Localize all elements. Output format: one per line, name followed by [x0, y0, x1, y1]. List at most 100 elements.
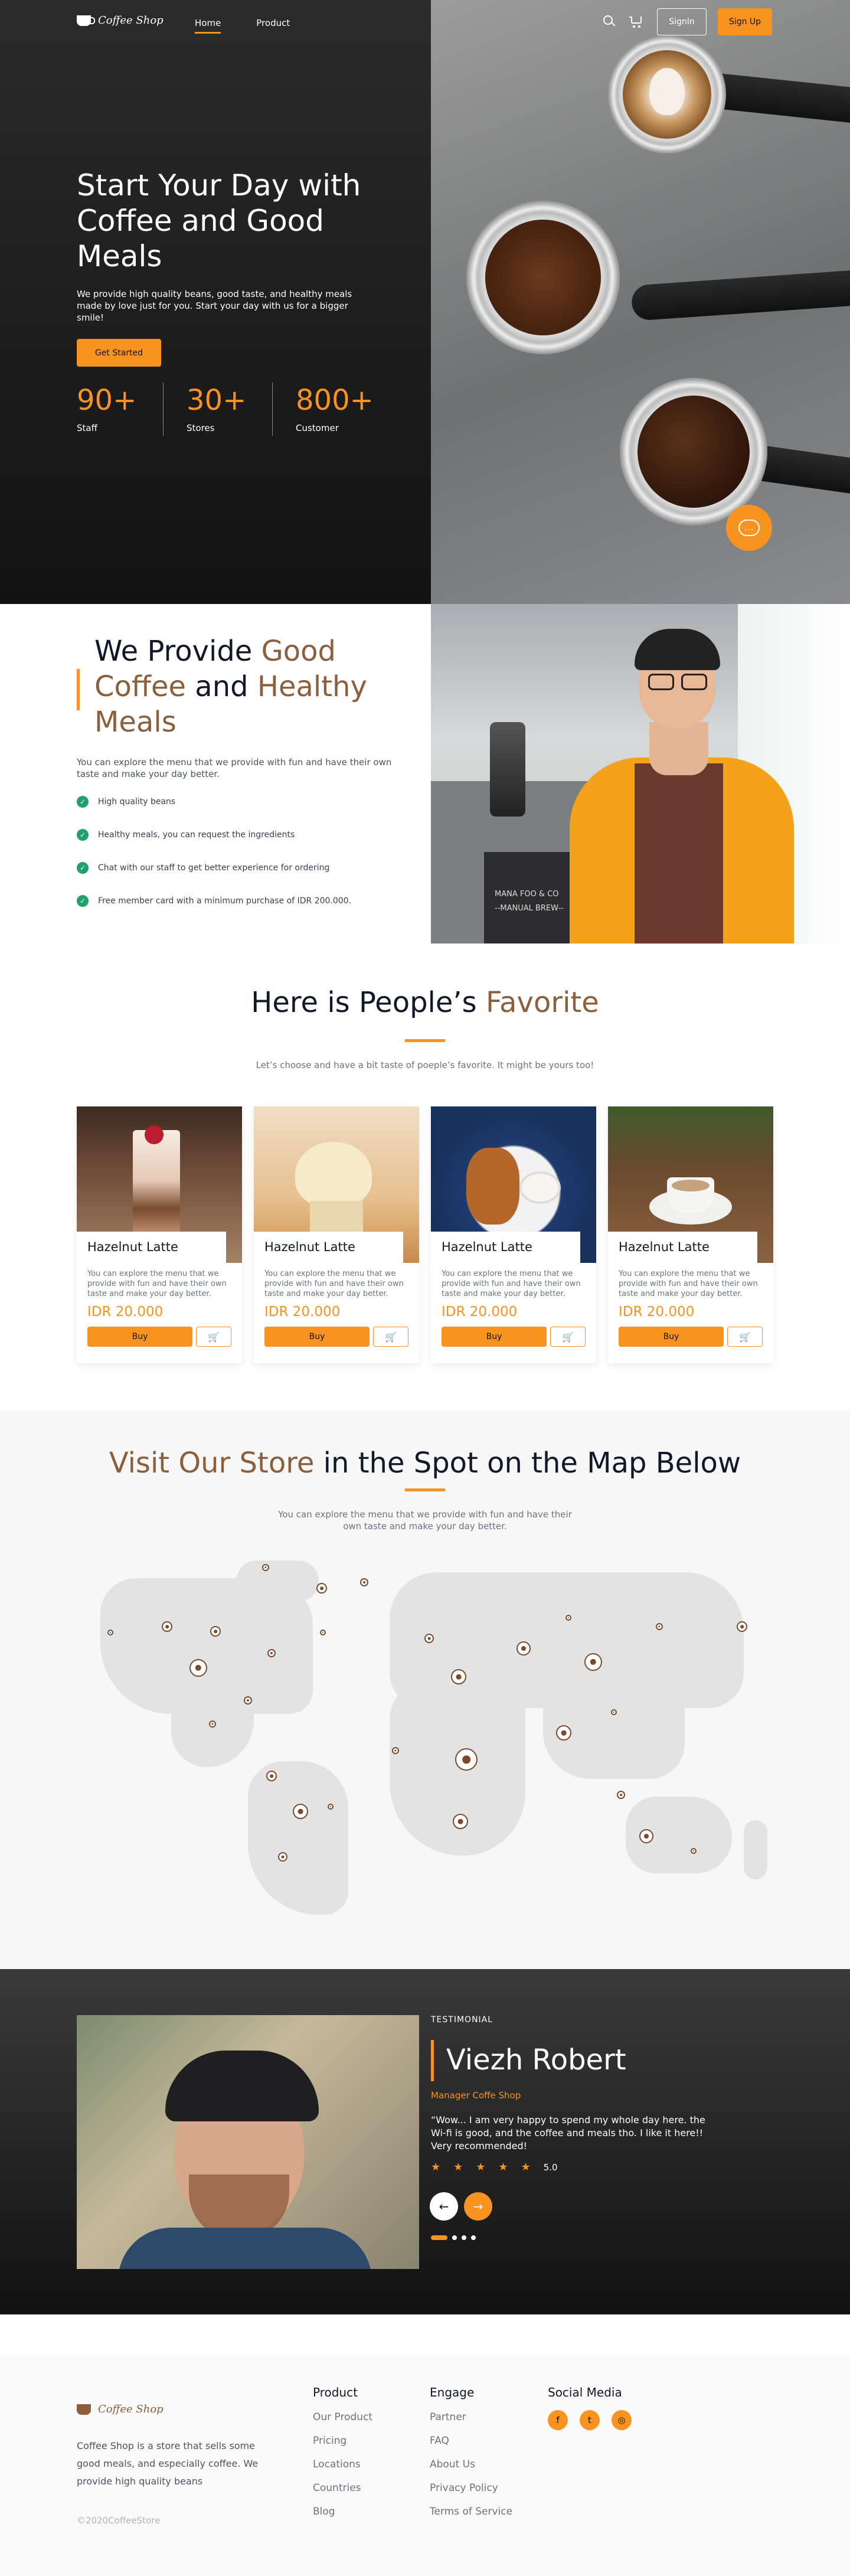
store-location-pin[interactable]: [556, 1725, 571, 1741]
reviewer-photo: [77, 2015, 419, 2269]
feature-item: ✓ Free member card with a minimum purchas…: [77, 895, 351, 907]
feature-text: Healthy meals, you can request the ingre…: [98, 830, 295, 840]
feature-text: High quality beans: [98, 797, 176, 807]
feature-text: Chat with our staff to get better experi…: [98, 863, 330, 873]
buy-button[interactable]: Buy: [442, 1327, 547, 1347]
instagram-icon[interactable]: ◎: [612, 2410, 632, 2430]
store-location-pin[interactable]: [328, 1804, 334, 1810]
nav-product[interactable]: Product: [256, 18, 290, 34]
chat-bubble-icon: ...: [738, 520, 760, 536]
facebook-icon[interactable]: f: [548, 2410, 568, 2430]
product-card[interactable]: Hazelnut Latte You can explore the menu …: [77, 1106, 242, 1363]
store-location-pin[interactable]: [293, 1804, 308, 1819]
stat-value: 30+: [187, 384, 247, 417]
store-location-pin[interactable]: [266, 1771, 277, 1781]
stat-staff: 90+ Staff: [77, 384, 136, 433]
store-location-pin[interactable]: [424, 1634, 434, 1643]
footer-link[interactable]: Terms of Service: [430, 2506, 512, 2518]
check-icon: ✓: [77, 895, 89, 907]
product-card[interactable]: Hazelnut Latte You can explore the menu …: [431, 1106, 596, 1363]
footer-link[interactable]: Countries: [313, 2482, 372, 2494]
search-icon[interactable]: [603, 15, 616, 28]
store-location-pin[interactable]: [244, 1696, 252, 1705]
portafilter-handle: [630, 269, 850, 321]
carousel-dot-active[interactable]: [431, 2235, 447, 2240]
twitter-icon[interactable]: t: [580, 2410, 600, 2430]
feature-item: ✓ High quality beans: [77, 796, 351, 808]
signin-button[interactable]: SignIn: [657, 8, 707, 35]
store-location-pin[interactable]: [737, 1621, 747, 1632]
barista-image: MANA FOO & CO --MANUAL BREW--: [431, 604, 850, 943]
footer-link[interactable]: Pricing: [313, 2435, 372, 2447]
cart-icon[interactable]: [629, 15, 643, 28]
store-location-pin[interactable]: [691, 1848, 697, 1854]
footer-link[interactable]: About Us: [430, 2459, 512, 2470]
stat-customer: 800+ Customer: [296, 384, 374, 433]
product-card[interactable]: Hazelnut Latte You can explore the menu …: [608, 1106, 773, 1363]
carousel-dot[interactable]: [471, 2235, 476, 2240]
buy-button[interactable]: Buy: [619, 1327, 724, 1347]
store-location-pin[interactable]: [209, 1720, 216, 1728]
stat-label: Staff: [77, 423, 97, 433]
footer-col-title: Social Media: [548, 2385, 622, 2399]
store-location-pin[interactable]: [455, 1748, 478, 1771]
footer-link[interactable]: Privacy Policy: [430, 2482, 512, 2494]
store-location-pin[interactable]: [656, 1623, 663, 1630]
product-price: IDR 20.000: [264, 1304, 341, 1320]
store-location-pin[interactable]: [611, 1709, 617, 1715]
add-to-cart-icon[interactable]: 🛒: [727, 1327, 763, 1347]
nav-home[interactable]: Home: [195, 18, 221, 34]
store-location-pin[interactable]: [453, 1814, 468, 1829]
stat-value: 90+: [77, 384, 137, 417]
add-to-cart-icon[interactable]: 🛒: [196, 1327, 231, 1347]
buy-button[interactable]: Buy: [264, 1327, 370, 1347]
check-icon: ✓: [77, 862, 89, 874]
carousel-dot[interactable]: [452, 2235, 457, 2240]
store-location-pin[interactable]: [189, 1659, 207, 1677]
product-description: You can explore the menu that we provide…: [264, 1269, 404, 1298]
brand-logo[interactable]: Coffee Shop: [77, 14, 164, 27]
latte-cup: [608, 35, 726, 154]
get-started-button[interactable]: Get Started: [77, 339, 161, 367]
store-location-pin[interactable]: [516, 1641, 531, 1656]
reviewer-name: Viezh Robert: [446, 2043, 626, 2077]
footer-link[interactable]: Partner: [430, 2411, 512, 2423]
title-underline: [405, 1039, 445, 1042]
favorite-title: Here is People’s Favorite: [0, 985, 850, 1020]
footer-logo[interactable]: Coffee Shop: [77, 2403, 164, 2415]
store-location-pin[interactable]: [278, 1852, 287, 1862]
store-location-pin[interactable]: [162, 1621, 172, 1632]
check-icon: ✓: [77, 829, 89, 841]
footer-link[interactable]: Blog: [313, 2506, 372, 2518]
chat-button[interactable]: ...: [726, 505, 772, 551]
store-location-pin[interactable]: [584, 1653, 602, 1671]
product-description: You can explore the menu that we provide…: [442, 1269, 581, 1298]
footer-link[interactable]: Locations: [313, 2459, 372, 2470]
product-card[interactable]: Hazelnut Latte You can explore the menu …: [254, 1106, 419, 1363]
add-to-cart-icon[interactable]: 🛒: [550, 1327, 586, 1347]
prev-arrow-icon[interactable]: ←: [430, 2192, 458, 2221]
store-location-pin[interactable]: [107, 1630, 113, 1635]
footer-col-title: Product: [313, 2385, 358, 2399]
add-to-cart-icon[interactable]: 🛒: [373, 1327, 408, 1347]
main-nav: Home Product: [195, 18, 290, 34]
store-location-pin[interactable]: [320, 1630, 326, 1635]
store-location-pin[interactable]: [617, 1791, 625, 1799]
copyright: ©2020CoffeeStore: [77, 2515, 161, 2526]
buy-button[interactable]: Buy: [87, 1327, 192, 1347]
store-location-pin[interactable]: [639, 1829, 653, 1843]
store-location-pin[interactable]: [451, 1669, 466, 1684]
carousel-dot[interactable]: [462, 2235, 466, 2240]
store-location-pin[interactable]: [210, 1626, 221, 1637]
footer-link[interactable]: Our Product: [313, 2411, 372, 2423]
footer-about: Coffee Shop is a store that sells some g…: [77, 2440, 259, 2487]
next-arrow-icon[interactable]: →: [464, 2192, 492, 2221]
store-location-pin[interactable]: [565, 1615, 571, 1621]
store-location-pin[interactable]: [360, 1578, 368, 1586]
footer-link[interactable]: FAQ: [430, 2435, 512, 2447]
store-location-pin[interactable]: [267, 1649, 276, 1657]
signup-button[interactable]: Sign Up: [718, 8, 772, 35]
store-location-pin[interactable]: [316, 1583, 327, 1594]
store-location-pin[interactable]: [392, 1747, 399, 1754]
store-location-pin[interactable]: [262, 1564, 269, 1571]
